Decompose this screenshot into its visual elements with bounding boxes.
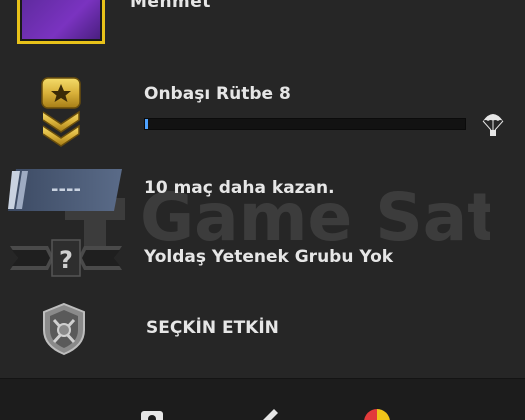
profile-icon[interactable]	[137, 407, 167, 420]
rank-progress-fill	[145, 119, 149, 129]
wins-label: 10 maç daha kazan.	[144, 178, 335, 198]
avatar-image	[22, 0, 100, 39]
parachute-icon[interactable]	[482, 111, 504, 137]
player-card-panel: Game Satış Mehmet Onbaşı Rütbe 8	[0, 0, 525, 420]
elite-label: SEÇKİN ETKİN	[146, 318, 279, 338]
player-name: Mehmet	[130, 0, 211, 12]
skill-group-label: Yoldaş Yetenek Grubu Yok	[144, 247, 394, 267]
coin-icon[interactable]	[362, 407, 392, 420]
unknown-skill-group-icon: ?	[8, 238, 124, 278]
edit-icon[interactable]	[252, 403, 282, 420]
wins-plate-icon: ----	[6, 167, 124, 213]
skill-group-badge-text: ?	[59, 246, 73, 274]
elite-shield-icon	[38, 302, 90, 356]
wins-badge-text: ----	[51, 179, 81, 200]
rank-label: Onbaşı Rütbe 8	[144, 84, 291, 104]
corporal-chevron-icon	[40, 76, 82, 148]
rank-progress-bar	[144, 118, 466, 130]
footer-toolbar	[0, 378, 525, 420]
player-avatar[interactable]	[17, 0, 105, 44]
